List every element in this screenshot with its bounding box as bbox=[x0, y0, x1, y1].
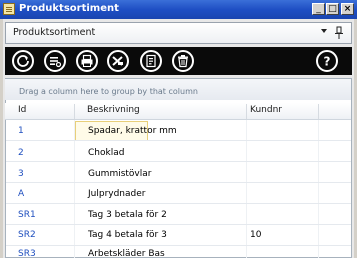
column-separator[interactable] bbox=[246, 104, 247, 119]
window-titlebar: Produktsortiment _ □ × bbox=[0, 0, 357, 19]
close-button[interactable]: × bbox=[341, 3, 354, 15]
column-header-row bbox=[5, 103, 351, 120]
filter-list-button[interactable] bbox=[44, 50, 66, 72]
excel-icon bbox=[112, 56, 123, 66]
group-panel-hint: Drag a column here to group by that colu… bbox=[19, 87, 198, 96]
cell-id[interactable]: SR3 bbox=[18, 249, 36, 260]
minimize-button[interactable]: _ bbox=[312, 3, 325, 15]
cell-beskrivning[interactable]: Julprydnader bbox=[88, 189, 145, 200]
cell-beskrivning[interactable]: Arbetskläder Bas bbox=[88, 249, 165, 260]
printer-icon bbox=[81, 54, 93, 67]
cell-beskrivning[interactable]: Tag 3 betala för 2 bbox=[88, 210, 167, 221]
pin-icon[interactable] bbox=[334, 26, 344, 40]
window-title: Produktsortiment bbox=[19, 3, 119, 14]
cell-beskrivning[interactable]: Spadar, krattor mm bbox=[88, 126, 177, 137]
delete-button[interactable] bbox=[172, 50, 194, 72]
column-header-kundnr[interactable]: Kundnr bbox=[250, 105, 282, 115]
table-row[interactable] bbox=[6, 204, 351, 225]
table-row[interactable] bbox=[6, 246, 351, 258]
cell-id[interactable]: SR1 bbox=[18, 210, 36, 221]
print-button[interactable] bbox=[76, 50, 98, 72]
table-row[interactable] bbox=[6, 225, 351, 246]
cell-beskrivning[interactable]: Tag 4 betala för 3 bbox=[88, 230, 167, 241]
cell-id[interactable]: SR2 bbox=[18, 230, 36, 241]
column-header-beskrivning[interactable]: Beskrivning bbox=[87, 105, 140, 115]
table-row[interactable] bbox=[6, 162, 351, 183]
refresh-icon bbox=[17, 55, 29, 67]
export-excel-button[interactable] bbox=[107, 50, 129, 72]
cell-kundnr[interactable]: 10 bbox=[250, 230, 261, 241]
table-row[interactable] bbox=[6, 120, 351, 141]
help-button[interactable]: ? bbox=[316, 50, 338, 72]
table-row[interactable] bbox=[6, 141, 351, 162]
document-edit-icon bbox=[146, 54, 156, 68]
column-separator[interactable] bbox=[74, 104, 75, 119]
edit-document-button[interactable] bbox=[140, 50, 162, 72]
help-icon: ? bbox=[324, 55, 331, 69]
filter-list-icon bbox=[50, 57, 62, 68]
column-header-id[interactable]: Id bbox=[18, 105, 26, 115]
column-separator[interactable] bbox=[318, 104, 319, 119]
table-row[interactable] bbox=[6, 183, 351, 204]
cell-beskrivning[interactable]: Gummistövlar bbox=[88, 169, 151, 180]
svg-text:?: ? bbox=[324, 55, 331, 69]
maximize-button[interactable]: □ bbox=[326, 3, 339, 15]
chevron-down-icon[interactable] bbox=[321, 29, 327, 33]
panel-title: Produktsortiment bbox=[13, 27, 96, 38]
trash-icon bbox=[178, 55, 188, 68]
cell-beskrivning[interactable]: Choklad bbox=[88, 148, 124, 159]
refresh-button[interactable] bbox=[12, 50, 34, 72]
app-icon bbox=[3, 3, 15, 15]
cell-id[interactable]: 3 bbox=[18, 169, 24, 180]
cell-id[interactable]: 2 bbox=[18, 148, 24, 159]
cell-id[interactable]: 1 bbox=[18, 126, 24, 137]
panel-header: Produktsortiment bbox=[5, 22, 352, 44]
cell-id[interactable]: A bbox=[18, 189, 24, 200]
